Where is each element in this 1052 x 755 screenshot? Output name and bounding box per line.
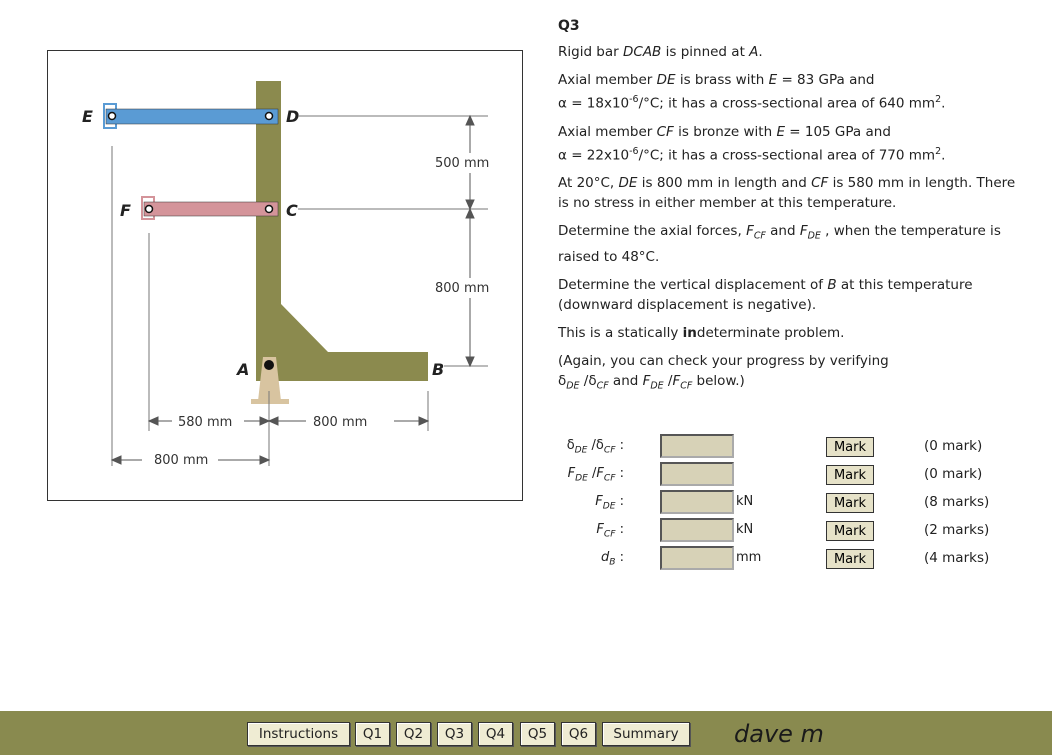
bottom-nav-bar: Instructions Q1 Q2 Q3 Q4 Q5 Q6 Summary d… <box>0 711 1052 755</box>
dim-500: 500 mm <box>435 156 489 171</box>
figure-panel: E D F C A B 500 mm 800 mm 580 mm 800 mm … <box>47 50 523 501</box>
mark-button-fde[interactable]: Mark <box>826 493 874 513</box>
answer-label: FDE : <box>595 494 624 512</box>
pin-c <box>264 204 274 214</box>
support-base <box>251 399 289 404</box>
nav-summary-button[interactable]: Summary <box>602 722 690 746</box>
nav-q3-button[interactable]: Q3 <box>437 722 472 746</box>
para-member-de: Axial member DE is brass with E = 83 GPa… <box>558 72 946 112</box>
answer-row-fcf: FCF : kN Mark (2 marks) <box>540 518 1020 544</box>
ratio-delta-input[interactable] <box>660 434 734 458</box>
marks-value: (0 mark) <box>924 466 983 482</box>
rigid-bar-dcab <box>256 81 428 381</box>
answer-label: FCF : <box>596 522 624 540</box>
label-b: B <box>432 360 444 379</box>
nav-q5-button[interactable]: Q5 <box>520 722 555 746</box>
marks-value: (2 marks) <box>924 522 990 538</box>
ratio-force-input[interactable] <box>660 462 734 486</box>
answer-row-ratio-delta: δDE /δCF : Mark (0 mark) <box>540 434 1020 460</box>
para-forces-task: Determine the axial forces, FCF and FDE … <box>558 223 1001 265</box>
nav-instructions-button[interactable]: Instructions <box>247 722 350 746</box>
unit: kN <box>736 522 754 537</box>
dim-580: 580 mm <box>178 415 232 430</box>
nav-q4-button[interactable]: Q4 <box>478 722 513 746</box>
marks-value: (0 mark) <box>924 438 983 454</box>
answer-label: FDE /FCF : <box>567 466 624 484</box>
nav-q1-button[interactable]: Q1 <box>355 722 390 746</box>
nav-q2-button[interactable]: Q2 <box>396 722 431 746</box>
dim-800-bottom: 800 mm <box>154 453 208 468</box>
para-member-cf: Axial member CF is bronze with E = 105 G… <box>558 123 946 164</box>
dim-800-horizontal: 800 mm <box>313 415 367 430</box>
pin-a <box>264 360 274 370</box>
mark-button-db[interactable]: Mark <box>826 549 874 569</box>
pin-f <box>144 204 154 214</box>
mark-button-ratio-force[interactable]: Mark <box>826 465 874 485</box>
nav-q6-button[interactable]: Q6 <box>561 722 596 746</box>
marks-value: (4 marks) <box>924 550 990 566</box>
pin-d <box>264 111 274 121</box>
label-c: C <box>286 201 298 220</box>
question-title: Q3 <box>558 18 580 34</box>
db-input[interactable] <box>660 546 734 570</box>
label-d: D <box>286 107 299 126</box>
problem-statement: Q3 Rigid bar DCAB is pinned at A. Axial … <box>558 16 1028 404</box>
marks-value: (8 marks) <box>924 494 990 510</box>
mark-button-ratio-delta[interactable]: Mark <box>826 437 874 457</box>
pin-e <box>107 111 117 121</box>
user-name: dave m <box>734 720 824 748</box>
answer-row-db: dB : mm Mark (4 marks) <box>540 546 1020 572</box>
label-a: A <box>235 360 249 379</box>
unit: mm <box>736 550 762 565</box>
label-f: F <box>120 201 131 220</box>
para-check-progress: (Again, you can check your progress by v… <box>558 352 889 392</box>
dim-800-vertical: 800 mm <box>435 281 489 296</box>
para-indeterminate: This is a statically indeterminate probl… <box>558 324 845 341</box>
para-conditions: At 20°C, DE is 800 mm in length and CF i… <box>558 175 1016 211</box>
answer-label: δDE /δCF : <box>566 438 624 456</box>
para-displacement-task: Determine the vertical displacement of B… <box>558 276 973 313</box>
mark-button-fcf[interactable]: Mark <box>826 521 874 541</box>
answer-row-fde: FDE : kN Mark (8 marks) <box>540 490 1020 516</box>
unit: kN <box>736 494 754 509</box>
para-rigid-bar: Rigid bar DCAB is pinned at A. <box>558 44 763 60</box>
fde-input[interactable] <box>660 490 734 514</box>
answer-label: dB : <box>600 550 624 568</box>
member-de <box>105 108 279 125</box>
answer-row-ratio-force: FDE /FCF : Mark (0 mark) <box>540 462 1020 488</box>
answer-form: δDE /δCF : Mark (0 mark) FDE /FCF : Mark… <box>540 434 1020 584</box>
fcf-input[interactable] <box>660 518 734 542</box>
structure-diagram: E D F C A B 500 mm 800 mm 580 mm 800 mm … <box>82 81 496 468</box>
member-cf <box>143 201 279 217</box>
label-e: E <box>82 107 93 126</box>
